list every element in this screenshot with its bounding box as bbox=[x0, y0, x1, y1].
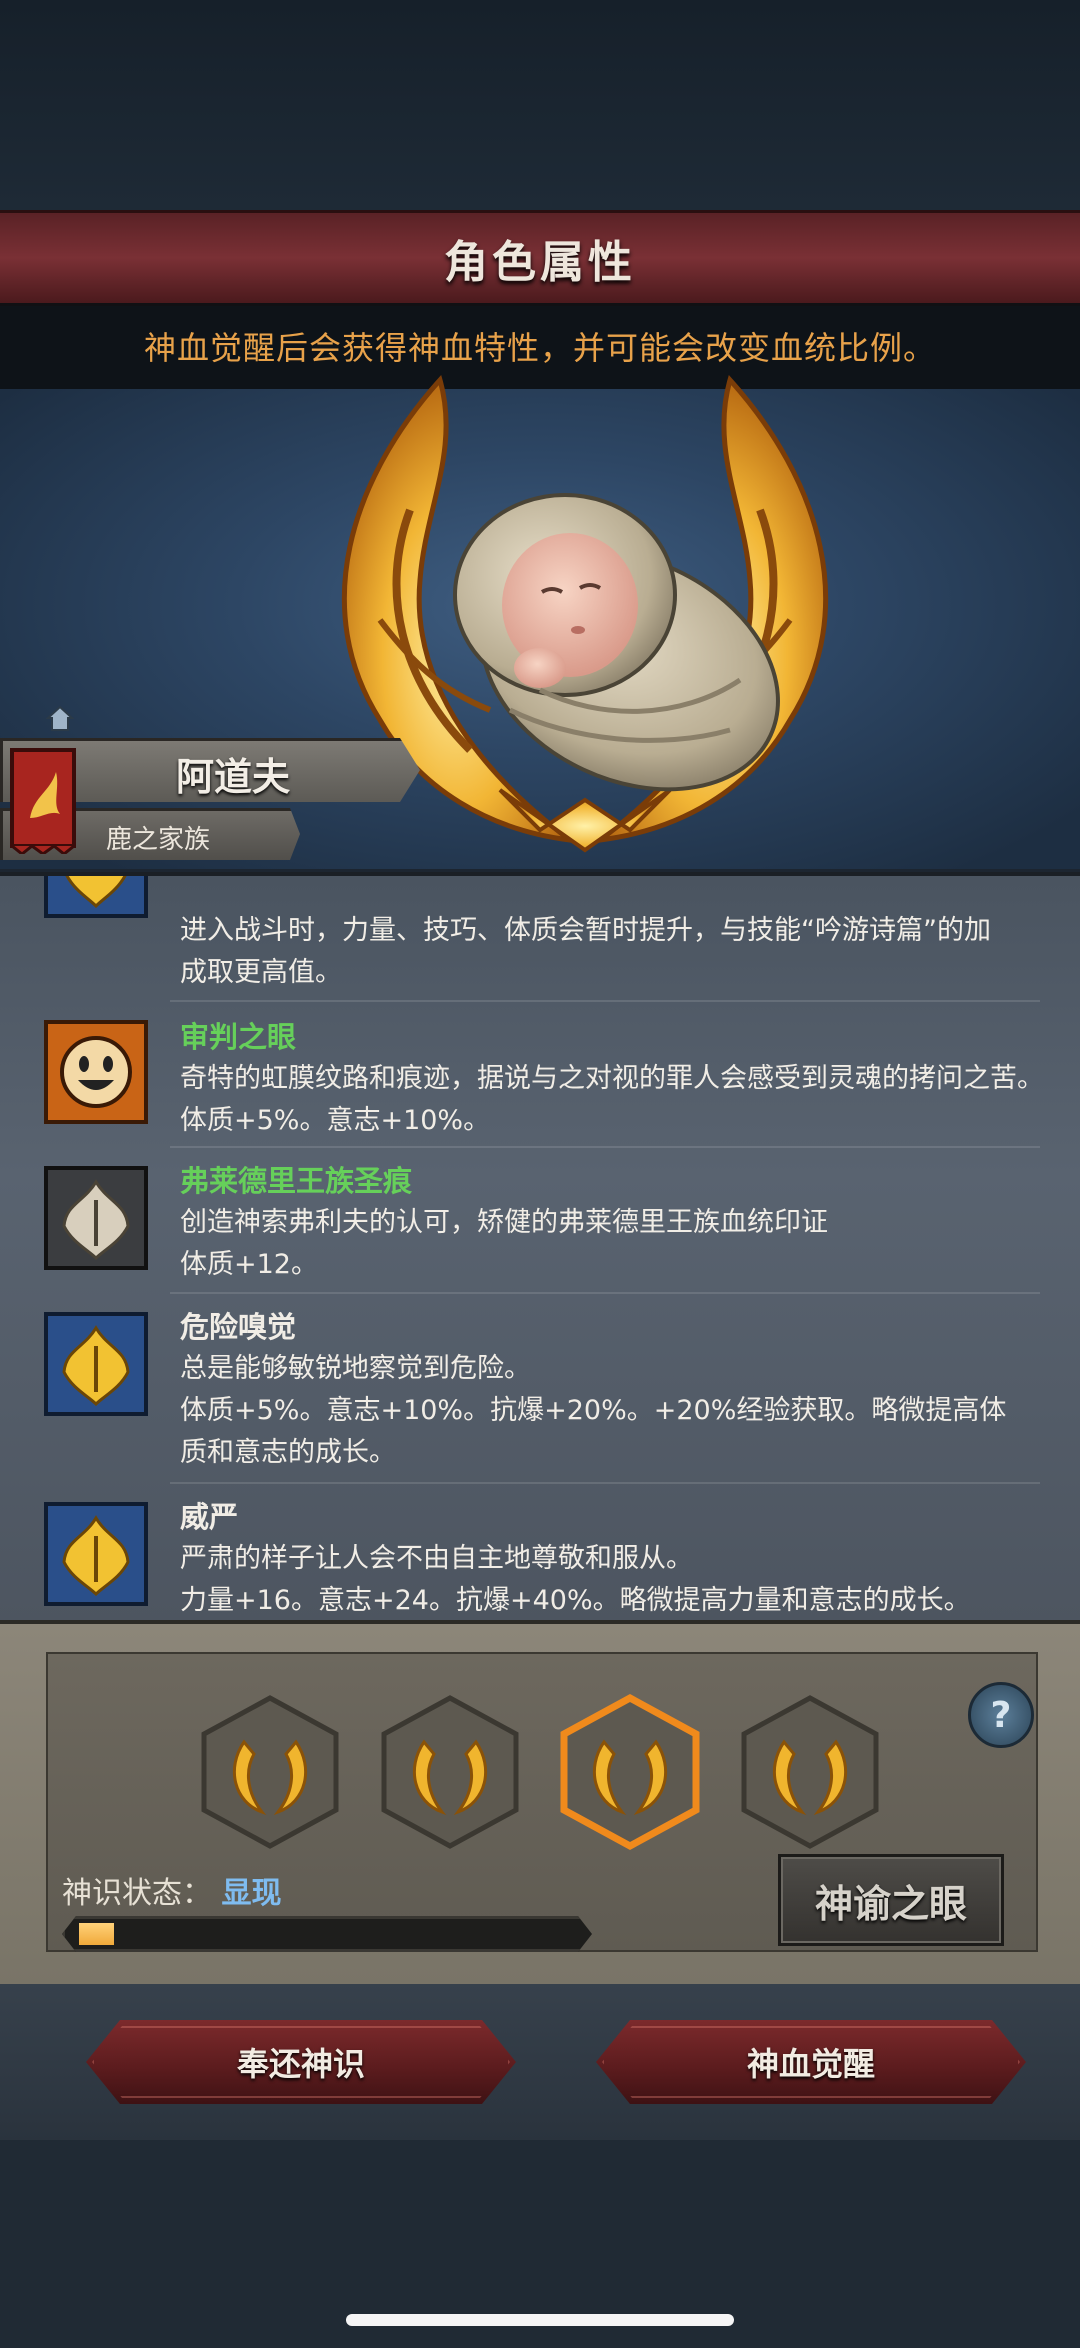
trait-description-line: 体质+5%。意志+10%。 bbox=[180, 1105, 491, 1136]
page-title: 角色属性 bbox=[444, 237, 636, 288]
awakening-panel: ? 神识状态： 显现 神谕之眼 bbox=[0, 1620, 1080, 1988]
trait-description-line: 体质+5%。意志+10%。抗爆+20%。+20%经验获取。略微提高体 bbox=[180, 1395, 1007, 1426]
trait-description-line: 进入战斗时，力量、技巧、体质会暂时提升，与技能“吟游诗篇”的加 bbox=[180, 915, 991, 946]
return-divinity-label: 奉还神识 bbox=[236, 2045, 365, 2083]
trait-description-line: 创造神索弗利夫的认可，矫健的弗莱德里王族血统印证 bbox=[180, 1207, 828, 1238]
character-family: 鹿之家族 bbox=[105, 824, 210, 855]
trait-name: 危险嗅觉 bbox=[180, 1310, 297, 1344]
divinity-slot-3-selected-icon[interactable] bbox=[560, 1694, 700, 1850]
trait-name: 审判之眼 bbox=[180, 1020, 297, 1054]
trait-description-line: 力量+16。意志+24。抗爆+40%。略微提高力量和意志的成长。 bbox=[180, 1585, 971, 1616]
home-icon[interactable] bbox=[46, 704, 74, 732]
divider bbox=[170, 1146, 1040, 1148]
divider bbox=[170, 1000, 1040, 1002]
silver-crest-icon bbox=[44, 1166, 148, 1270]
help-button[interactable]: ? bbox=[968, 1682, 1034, 1748]
blood-awaken-label: 神血觉醒 bbox=[746, 2045, 875, 2083]
trait-description-line: 严肃的样子让人会不由自主地尊敬和服从。 bbox=[180, 1543, 693, 1574]
oracle-eye-label: 神谕之眼 bbox=[814, 1881, 967, 1926]
trait-name: 弗莱德里王族圣痕 bbox=[180, 1164, 413, 1198]
swaddled-baby-portrait-icon bbox=[453, 493, 780, 792]
divinity-slot-2-icon[interactable] bbox=[380, 1694, 520, 1850]
title-bar: 角色属性 bbox=[0, 210, 1080, 306]
blood-awaken-button[interactable]: 神血觉醒 bbox=[596, 2020, 1026, 2104]
question-mark-icon: ? bbox=[990, 1694, 1012, 1736]
blue-gold-crest-icon bbox=[44, 1312, 148, 1416]
trait-list[interactable]: 进入战斗时，力量、技巧、体质会暂时提升，与技能“吟游诗篇”的加 成取更高值。 审… bbox=[0, 872, 1080, 1624]
trait-name: 威严 bbox=[180, 1500, 239, 1534]
awakening-box: ? 神识状态： 显现 神谕之眼 bbox=[46, 1652, 1038, 1952]
character-name: 阿道夫 bbox=[175, 754, 290, 799]
divider bbox=[170, 1482, 1040, 1484]
clan-banner-icon bbox=[10, 748, 76, 854]
blue-gold-crest-icon bbox=[44, 876, 148, 918]
trait-description-line: 总是能够敏锐地察觉到危险。 bbox=[180, 1353, 531, 1384]
oracle-eye-button[interactable]: 神谕之眼 bbox=[778, 1854, 1004, 1946]
divider bbox=[170, 1292, 1040, 1294]
trait-description-line: 奇特的虹膜纹路和痕迹，据说与之对视的罪人会感受到灵魂的拷问之苦。 bbox=[180, 1063, 1044, 1094]
divinity-slot-1-icon[interactable] bbox=[200, 1694, 340, 1850]
smiling-sun-face-icon bbox=[44, 1020, 148, 1124]
divinity-state-label: 神识状态： bbox=[62, 1876, 212, 1911]
divinity-slot-4-icon[interactable] bbox=[740, 1694, 880, 1850]
trait-description-line: 质和意志的成长。 bbox=[180, 1437, 396, 1468]
trait-description-line: 成取更高值。 bbox=[180, 957, 342, 988]
trait-description-line: 体质+12。 bbox=[180, 1249, 318, 1280]
home-indicator[interactable] bbox=[346, 2314, 734, 2326]
return-divinity-button[interactable]: 奉还神识 bbox=[86, 2020, 516, 2104]
top-background bbox=[0, 0, 1080, 210]
divinity-state-value: 显现 bbox=[221, 1876, 282, 1911]
divinity-state: 神识状态： 显现 bbox=[62, 1868, 282, 1912]
blue-gold-crest-icon bbox=[44, 1502, 148, 1606]
divinity-progress-bar bbox=[62, 1916, 592, 1952]
divinity-progress-fill bbox=[79, 1923, 114, 1945]
